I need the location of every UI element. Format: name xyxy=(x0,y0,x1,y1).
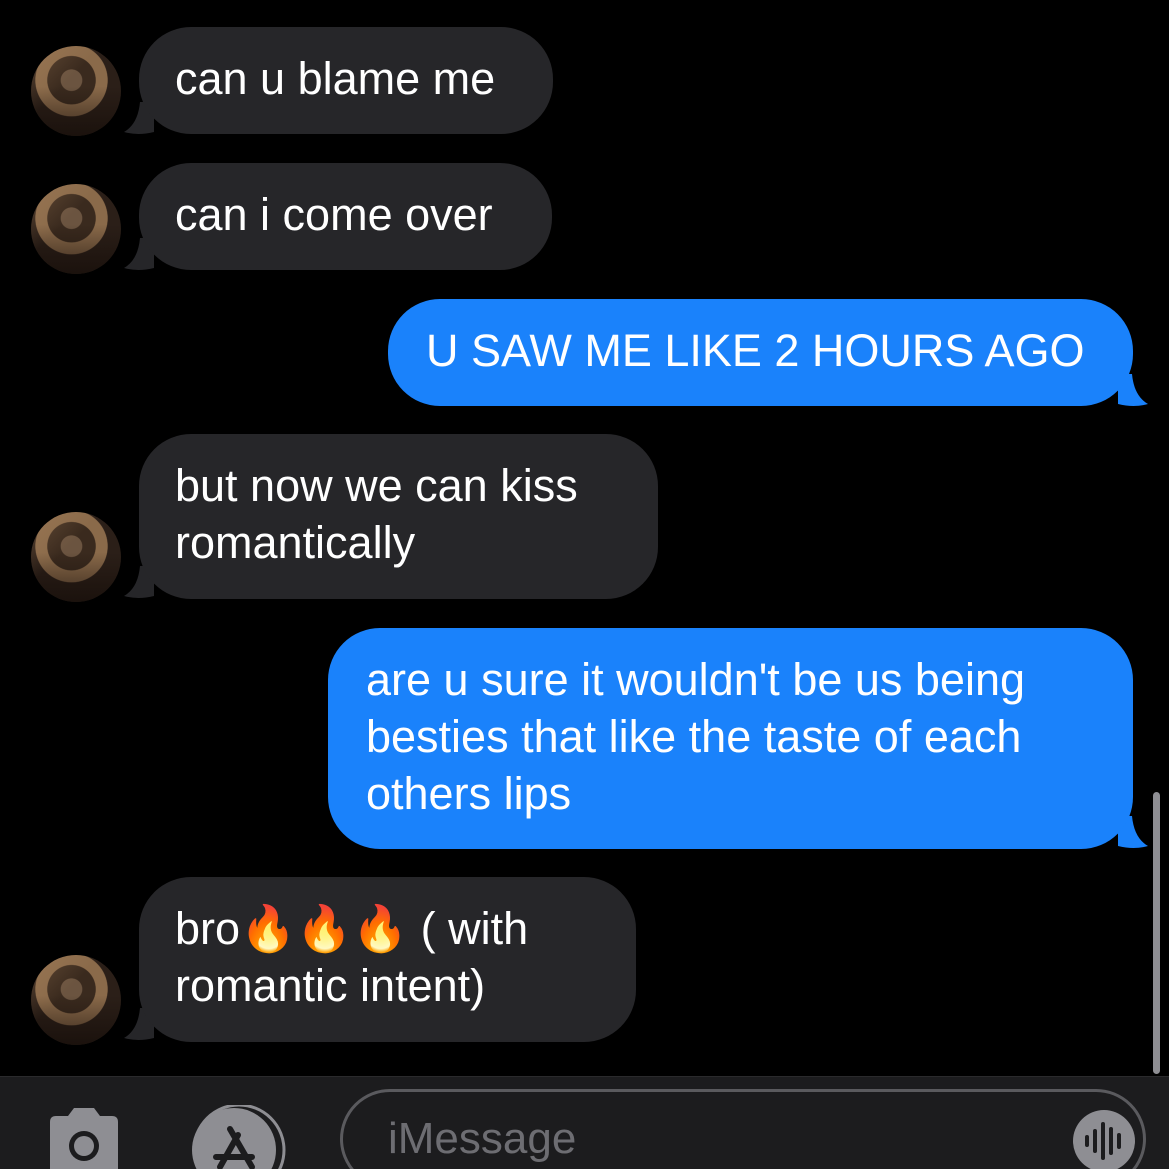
audio-waveform-icon[interactable] xyxy=(1073,1110,1135,1169)
message-line: are u sure it wouldn't be us being xyxy=(366,654,1026,705)
messages-screen: can u blame me can i come over U SAW ME … xyxy=(0,0,1169,1169)
contact-avatar[interactable] xyxy=(31,184,121,274)
message-line: besties that like the taste of each xyxy=(366,711,1022,762)
message-text: can u blame me xyxy=(175,53,496,104)
app-store-icon[interactable] xyxy=(190,1105,288,1169)
outgoing-message[interactable]: are u sure it wouldn't be us being besti… xyxy=(328,628,1133,849)
message-text: can i come over xyxy=(175,189,493,240)
message-input-placeholder: iMessage xyxy=(388,1114,577,1163)
contact-avatar[interactable] xyxy=(31,512,121,602)
outgoing-message[interactable]: U SAW ME LIKE 2 HOURS AGO xyxy=(388,299,1133,406)
message-line: but now we can kiss xyxy=(175,460,578,511)
message-text: U SAW ME LIKE 2 HOURS AGO xyxy=(426,325,1085,376)
scrollbar[interactable] xyxy=(1153,792,1160,1074)
camera-icon[interactable] xyxy=(46,1108,122,1169)
contact-avatar[interactable] xyxy=(31,46,121,136)
message-line: romantically xyxy=(175,517,416,568)
incoming-message[interactable]: can i come over xyxy=(139,163,552,270)
contact-avatar[interactable] xyxy=(31,955,121,1045)
composer-toolbar: iMessage xyxy=(0,1076,1169,1169)
message-input[interactable]: iMessage xyxy=(340,1089,1146,1169)
incoming-message[interactable]: can u blame me xyxy=(139,27,553,134)
message-line: romantic intent) xyxy=(175,960,486,1011)
message-line: bro🔥🔥🔥 ( with xyxy=(175,903,529,954)
message-line: others lips xyxy=(366,768,572,819)
incoming-message[interactable]: but now we can kiss romantically xyxy=(139,434,658,599)
incoming-message[interactable]: bro🔥🔥🔥 ( with romantic intent) xyxy=(139,877,636,1042)
